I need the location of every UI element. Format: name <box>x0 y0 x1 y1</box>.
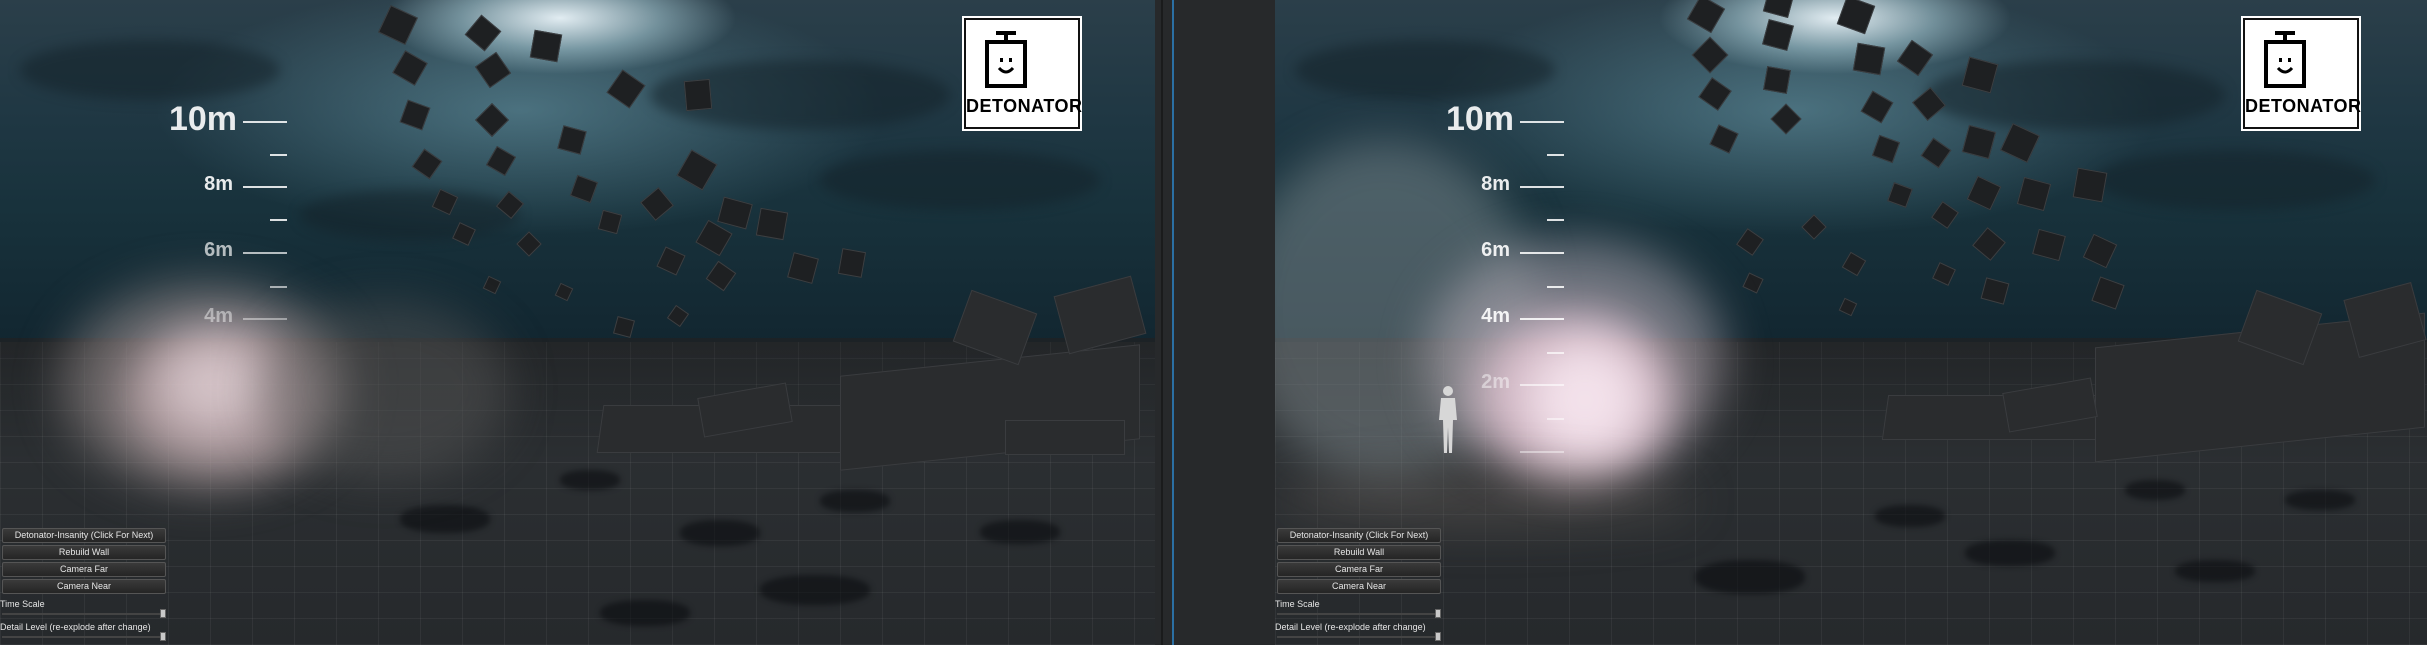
time-scale-slider[interactable] <box>1277 609 1441 618</box>
control-panel-right: Detonator-Insanity (Click For Next) Rebu… <box>1275 528 1445 641</box>
rebuild-wall-button[interactable]: Rebuild Wall <box>2 545 166 560</box>
logo-title: DETONATOR <box>2245 96 2362 116</box>
time-scale-label: Time Scale <box>1275 599 1320 609</box>
human-scale-silhouette <box>1439 386 1457 453</box>
detail-level-label: Detail Level (re-explode after change) <box>1275 622 1426 632</box>
ruler-label-10m: 10m <box>1445 100 1514 138</box>
viewport-split-handle[interactable] <box>1172 0 1174 645</box>
logo-title: DETONATOR <box>966 96 1083 116</box>
slider-thumb[interactable] <box>160 609 166 618</box>
ruler-label-4m: 4m <box>204 305 233 327</box>
detonator-plunger-icon <box>985 31 1027 88</box>
ruler-label-8m: 8m <box>204 173 233 195</box>
camera-near-button[interactable]: Camera Near <box>1277 579 1441 594</box>
slider-thumb[interactable] <box>160 632 166 641</box>
detail-level-label: Detail Level (re-explode after change) <box>0 622 151 632</box>
time-scale-slider[interactable] <box>2 609 166 618</box>
control-panel-left: Detonator-Insanity (Click For Next) Rebu… <box>0 528 170 641</box>
camera-near-button[interactable]: Camera Near <box>2 579 166 594</box>
slider-thumb[interactable] <box>1435 632 1441 641</box>
ruler-label-10m: 10m <box>168 100 237 138</box>
camera-far-button[interactable]: Camera Far <box>1277 562 1441 577</box>
rebuild-wall-button[interactable]: Rebuild Wall <box>1277 545 1441 560</box>
ruler-label-6m: 6m <box>1481 239 1510 261</box>
detonator-logo: DETONATOR <box>2241 16 2362 131</box>
detail-level-slider[interactable] <box>1277 632 1441 641</box>
left-game-viewport[interactable]: 10m 8m 6m 4m DETONATOR Detonator-Insanit… <box>0 0 1155 645</box>
detonator-insanity-button[interactable]: Detonator-Insanity (Click For Next) <box>1277 528 1441 543</box>
ruler-label-8m: 8m <box>1481 173 1510 195</box>
ruler-label-6m: 6m <box>204 239 233 261</box>
camera-far-button[interactable]: Camera Far <box>2 562 166 577</box>
ruler-label-4m: 4m <box>1481 305 1510 327</box>
right-game-viewport[interactable]: 10m 8m 6m 4m 2m DETONATOR Detonator-Insa… <box>1275 0 2427 645</box>
detonator-logo: DETONATOR <box>962 16 1083 131</box>
detail-level-slider[interactable] <box>2 632 166 641</box>
slider-thumb[interactable] <box>1435 609 1441 618</box>
detonator-insanity-button[interactable]: Detonator-Insanity (Click For Next) <box>2 528 166 543</box>
time-scale-label: Time Scale <box>0 599 45 609</box>
detonator-plunger-icon <box>2264 31 2306 88</box>
